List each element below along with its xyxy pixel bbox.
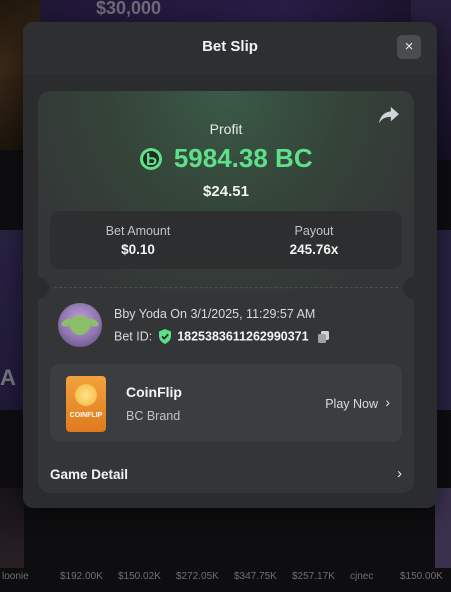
game-name: CoinFlip [126, 384, 182, 400]
bc-coin-icon [140, 147, 163, 170]
game-detail-row[interactable]: Game Detail › [38, 459, 414, 493]
bet-id-label: Bet ID: [114, 329, 153, 344]
ticket-notch-right [403, 277, 414, 299]
modal-title: Bet Slip [202, 38, 258, 55]
bet-id-value: 1825383611262990371 [177, 329, 309, 344]
payout-stat: Payout 245.76x [226, 224, 402, 257]
bettor-line: Bby Yoda On 3/1/2025, 11:29:57 AM [114, 307, 316, 321]
bet-stats: Bet Amount $0.10 Payout 245.76x [50, 211, 402, 269]
payout-value: 245.76x [289, 242, 339, 257]
close-icon: × [404, 38, 414, 55]
chevron-right-icon: › [397, 465, 402, 482]
game-card[interactable]: COINFLIP CoinFlip BC Brand Play Now › [50, 364, 402, 442]
bet-card: Profit 5984.38 BC $24.51 Bet Amount $0.1… [38, 91, 414, 493]
profit-value: 5984.38 BC [173, 143, 313, 173]
profit-row: 5984.38 BC [38, 143, 414, 174]
avatar[interactable] [58, 303, 102, 347]
modal-header: Bet Slip × [23, 22, 437, 74]
coin-icon [75, 384, 97, 406]
avatar-face [70, 315, 90, 335]
profit-usd: $24.51 [203, 183, 249, 200]
game-brand: BC Brand [126, 409, 181, 423]
bet-id-row: Bet ID: 1825383611262990371 [114, 329, 330, 345]
bet-amount-value: $0.10 [121, 242, 155, 257]
close-button[interactable]: × [397, 35, 421, 59]
verified-shield-icon [158, 329, 171, 345]
payout-label: Payout [294, 224, 334, 238]
profit-label: Profit [209, 121, 243, 137]
copy-icon[interactable] [318, 330, 330, 343]
bet-amount-label: Bet Amount [105, 224, 171, 238]
coinflip-thumbnail: COINFLIP [66, 376, 106, 432]
game-detail-label: Game Detail [50, 467, 129, 482]
dashed-divider [54, 287, 398, 288]
thumbnail-text: COINFLIP [69, 412, 103, 419]
bet-amount-stat: Bet Amount $0.10 [50, 224, 226, 257]
bet-slip-modal: Bet Slip × Profit 5984.38 BC $24.51 Bet … [23, 22, 437, 508]
play-now-button[interactable]: Play Now [325, 397, 378, 411]
chevron-right-icon: › [385, 394, 390, 410]
